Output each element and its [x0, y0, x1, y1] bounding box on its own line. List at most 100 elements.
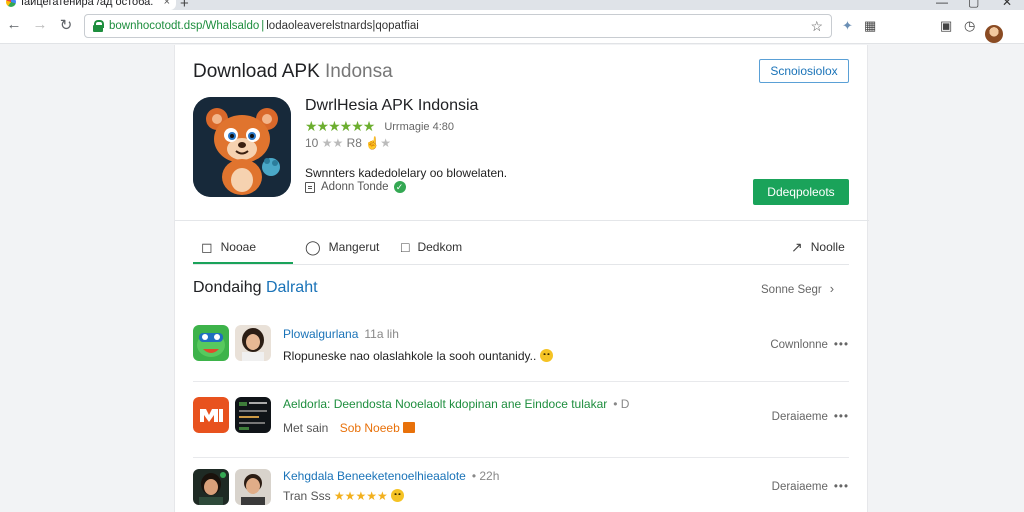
section-title: Dondaihg Dalraht	[193, 279, 318, 297]
browser-toolbar: ← → ↻ bownhocotodt.dsp/Whalsaldo | lodao…	[0, 10, 1024, 44]
grid-icon	[403, 422, 416, 433]
thumbs-up-icon: ☝★	[365, 136, 391, 150]
tab-close-icon[interactable]: ×	[164, 0, 170, 8]
verified-icon: ✓	[393, 181, 406, 193]
app-description: Swnnters kadedolelary oo blowelaten.	[305, 166, 508, 180]
user-avatar	[235, 325, 271, 361]
browser-tab[interactable]: Iаицегатенира /ад остоба. ×	[0, 0, 176, 10]
emoji-icon	[391, 489, 405, 502]
rating-count: Urrmagie 4:80	[384, 121, 455, 133]
comment-icon: □	[401, 239, 410, 255]
row-title[interactable]: Plowalgurlana 11a lih	[283, 327, 399, 341]
row-action[interactable]: Cownlonne •••	[770, 339, 849, 351]
list-item[interactable]: Kehgdala Beneeketenoelhieaalote • 22h Tra…	[193, 469, 849, 509]
tab-nooae[interactable]: ◻ Nooae	[201, 230, 256, 264]
meta-rating: R8	[346, 136, 362, 150]
tab-label: Dedkom	[417, 240, 463, 254]
bookmark-star-icon[interactable]: ☆	[810, 18, 823, 35]
app-meta: 10 ★★ R8 ☝★	[305, 136, 391, 150]
see-more-link[interactable]: Sonne Segr ›	[761, 281, 834, 296]
row-time: 11a lih	[364, 327, 399, 341]
screenshot-thumb	[235, 397, 271, 433]
row-action[interactable]: Deraiaeme •••	[772, 411, 849, 423]
section-divider	[175, 220, 869, 221]
row-divider	[193, 381, 849, 382]
row-divider	[193, 457, 849, 458]
history-icon[interactable]: ◷	[964, 18, 975, 34]
maximize-button[interactable]: ▢	[968, 0, 979, 9]
row-title-text: Aeldorla: Deendosta Nooelaolt kdopinan a…	[283, 397, 522, 411]
see-more-label: Sonne Segr	[761, 284, 822, 296]
row-title-text: Kehgdala Beneeketenoelhieaalote	[283, 469, 466, 483]
minimize-button[interactable]: —	[936, 0, 948, 9]
row-title[interactable]: Kehgdala Beneeketenoelhieaalote • 22h	[283, 469, 499, 483]
page-title-main: Download APK	[193, 61, 320, 82]
tab-label: Mangerut	[328, 240, 380, 254]
more-options-icon[interactable]: •••	[834, 339, 849, 351]
row-subtitle-a: Met sain	[283, 421, 329, 435]
app-rating: ★★★★★★ Urrmagie 4:80	[305, 118, 454, 135]
tab-noolle[interactable]: ↗ Noolle	[791, 230, 845, 264]
row-subtitle-text: Tran Sss	[283, 489, 331, 503]
row-action-label: Deraiaeme	[771, 411, 828, 423]
row-action[interactable]: Deraiaeme •••	[772, 481, 849, 493]
reload-icon[interactable]: ↻	[56, 16, 76, 34]
cast-icon[interactable]: ▣	[940, 18, 952, 34]
more-options-icon[interactable]: •••	[834, 411, 849, 423]
outline-button[interactable]: Scnoiosiolox	[759, 59, 849, 83]
url-domain: bownhocotodt.dsp/Whalsaldo	[109, 20, 260, 32]
tab-bar: ◻ Nooae ◯ Mangerut □ Dedkom ↗ Noolle	[193, 230, 849, 265]
row-title-text: Plowalgurlana	[283, 327, 359, 341]
bookmark-icon: ◻	[201, 238, 213, 255]
row-time: • D	[613, 397, 630, 411]
game-icon	[193, 325, 229, 361]
tab-mangerut[interactable]: ◯ Mangerut	[305, 230, 379, 264]
page-title: Download APK Indonsa	[193, 61, 393, 83]
row-subtitle: Met sain Sob Noeeb	[283, 421, 416, 435]
section-title-main: Dondaihg	[193, 279, 262, 296]
app-author: Adonn Tonde ✓	[305, 181, 406, 193]
reading-list-icon[interactable]: ▦	[864, 18, 876, 34]
tab-label: Noolle	[810, 240, 845, 254]
close-window-button[interactable]: ✕	[1002, 0, 1012, 9]
section-title-accent: Dalraht	[265, 279, 318, 296]
forward-arrow-icon[interactable]: →	[30, 16, 50, 33]
lock-icon	[93, 20, 104, 32]
page-title-sub: Indonsa	[325, 61, 393, 82]
document-icon	[305, 181, 315, 193]
row-action-label: Cownlonne	[770, 339, 828, 351]
main-card: Download APK Indonsa Scnoiosiolox DwrlHe…	[174, 45, 869, 512]
address-bar[interactable]: bownhocotodt.dsp/Whalsaldo | lodaoleaver…	[84, 14, 832, 38]
user-avatar	[235, 469, 271, 505]
row-subtitle: Tran Sss ★★★★★	[283, 489, 405, 503]
row-subtitle: Rlopuneske nao olaslahkole la sooh ounta…	[283, 349, 553, 363]
row-title-green: Eindoce tulakar	[524, 397, 608, 411]
download-button[interactable]: Ddeqpoleots	[753, 179, 849, 205]
row-action-label: Deraiaeme	[771, 481, 828, 493]
row-subtitle-b: Sob Noeeb	[339, 421, 400, 435]
url-separator: |	[261, 20, 265, 32]
list-item[interactable]: Plowalgurlana 11a lih Rlopuneske nao olas…	[193, 325, 849, 382]
more-options-icon[interactable]: •••	[834, 481, 849, 493]
tab-dedkom[interactable]: □ Dedkom	[401, 230, 462, 264]
row-title[interactable]: Aeldorla: Deendosta Nooelaolt kdopinan a…	[283, 397, 629, 411]
rating-stars: ★★★★★★	[305, 118, 375, 134]
profile-avatar[interactable]	[985, 25, 1003, 43]
tab-title: Iаицегатенира /ад остоба.	[21, 0, 154, 8]
list-item[interactable]: Aeldorla: Deendosta Nooelaolt kdopinan a…	[193, 397, 849, 458]
app-icon	[193, 97, 291, 197]
url-path: lodaoleaverelstnards|qopatfiai	[266, 20, 419, 32]
meta-stars: ★★	[321, 136, 344, 150]
app-icon-orange	[193, 397, 229, 433]
tab-strip: Iаицегатенира /ад остоба. × + — ▢ ✕	[0, 0, 1024, 12]
row-subtitle-text: Rlopuneske nao olaslahkole la sooh ounta…	[283, 349, 537, 363]
user-avatar	[193, 469, 229, 505]
row-stars: ★★★★★	[333, 489, 388, 503]
row-time: • 22h	[471, 469, 500, 483]
share-icon: ↗	[791, 238, 803, 255]
favicon-icon	[6, 0, 16, 7]
meta-number: 10	[305, 136, 319, 150]
author-name[interactable]: Adonn Tonde	[321, 181, 389, 193]
extension-icon[interactable]: ✦	[842, 18, 853, 34]
back-arrow-icon[interactable]: ←	[4, 16, 24, 33]
